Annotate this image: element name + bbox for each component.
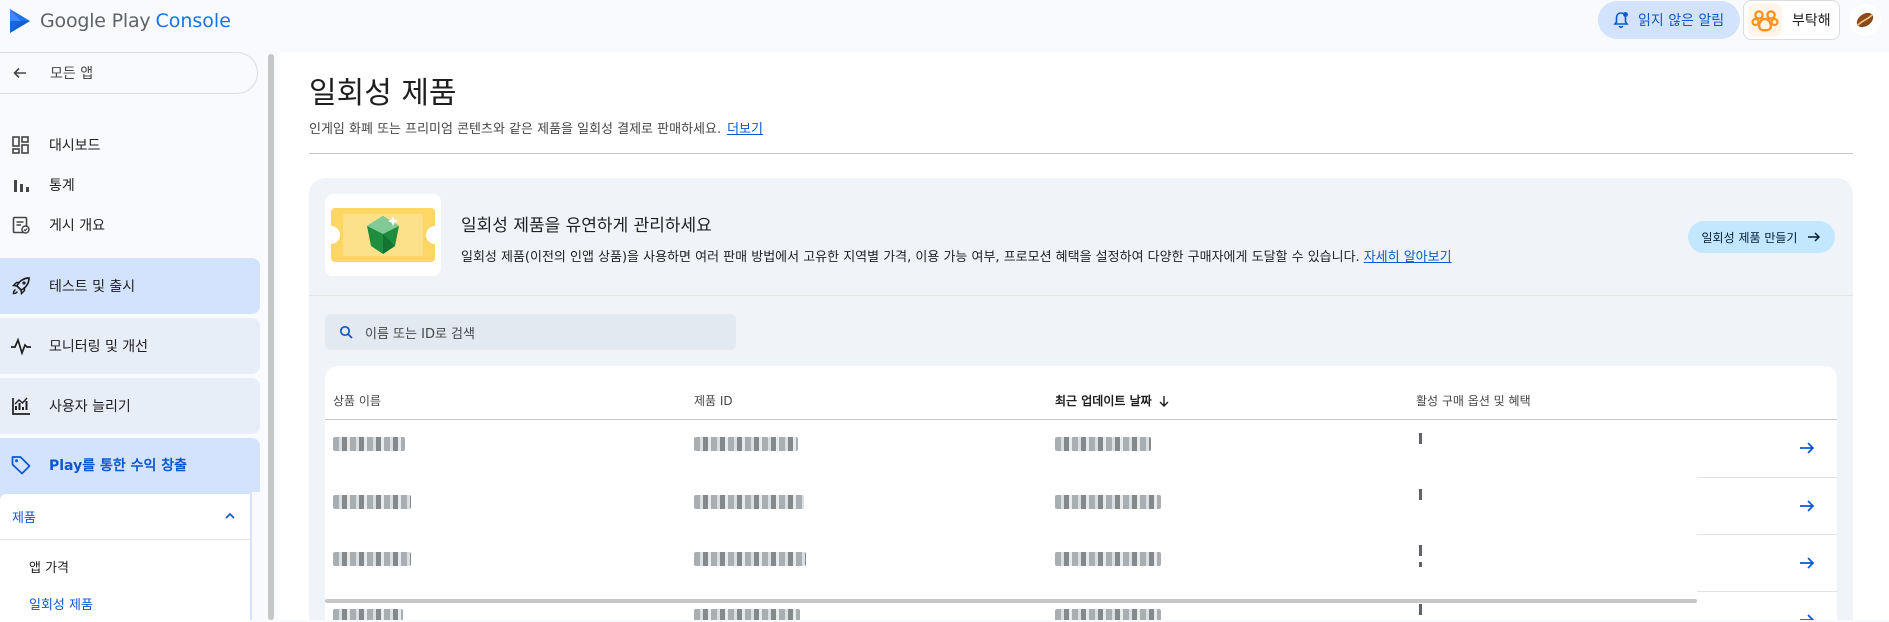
sidebar-item-monetize-with-play[interactable]: Play를 통한 수익 창출: [0, 438, 260, 492]
arrow-back-icon: [12, 65, 28, 81]
sidebar-scrollbar[interactable]: [268, 54, 274, 620]
gem-illustration: [325, 194, 441, 276]
create-button-label: 일회성 제품 만들기: [1701, 230, 1798, 245]
table-row[interactable]: [325, 478, 1837, 535]
learn-more-link[interactable]: 자세히 알아보기: [1364, 250, 1452, 265]
redacted-date: [1055, 552, 1161, 566]
redacted-product-id: [694, 437, 798, 451]
search-icon: [339, 325, 353, 339]
main-content: 일회성 제품 인게임 화폐 또는 프리미엄 콘텐츠와 같은 제품을 일회성 결제…: [278, 52, 1889, 620]
sidebar-block-label: Play를 통한 수익 창출: [49, 458, 187, 474]
redacted-product-name: [333, 495, 411, 509]
products-table: 상품 이름 제품 ID 최근 업데이트 날짜 활성 구매 옵션 및 혜택: [325, 366, 1837, 620]
products-section: 제품 앱 가격 일회성 제품: [0, 494, 252, 622]
column-header-product-id[interactable]: 제품 ID: [694, 392, 733, 409]
all-apps-label: 모든 앱: [50, 66, 94, 82]
play-console-logo[interactable]: Google Play Console: [8, 6, 231, 36]
paw-avatar-icon: [1748, 3, 1782, 37]
search-input[interactable]: 이름 또는 ID로 검색: [325, 314, 736, 350]
redacted-product-id: [694, 609, 800, 620]
sidebar-block-label: 테스트 및 출시: [49, 279, 136, 295]
bell-icon: [1612, 11, 1630, 29]
grow-users-icon: [10, 395, 32, 417]
redacted-product-id: [694, 495, 804, 509]
redacted-date: [1055, 609, 1161, 620]
sidebar-item-grow-users[interactable]: 사용자 늘리기: [0, 378, 260, 434]
publishing-overview-icon: [10, 214, 32, 236]
sidebar-subitem-app-pricing[interactable]: 앱 가격: [29, 557, 69, 576]
search-placeholder: 이름 또는 ID로 검색: [365, 326, 475, 342]
bar-chart-icon: [10, 174, 32, 196]
top-bar: Google Play Console 읽지 않은 알림 부탁해: [0, 0, 1889, 52]
developer-profile-chip[interactable]: 부탁해: [1743, 0, 1840, 40]
redacted-product-name: [333, 552, 411, 566]
sidebar-subitem-one-time-products[interactable]: 일회성 제품: [29, 594, 93, 613]
sidebar-item-label: 대시보드: [49, 138, 101, 154]
arrow-forward-icon[interactable]: [1799, 555, 1815, 571]
promo-text-body: 일회성 제품(이전의 인앱 상품)을 사용하면 여러 판매 방법에서 고유한 지…: [461, 250, 1360, 265]
products-section-label: 제품: [12, 511, 36, 526]
more-link[interactable]: 더보기: [727, 122, 763, 137]
promo-text: 일회성 제품(이전의 인앱 상품)을 사용하면 여러 판매 방법에서 고유한 지…: [461, 246, 1452, 265]
promo-banner: 일회성 제품을 유연하게 관리하세요 일회성 제품(이전의 인앱 상품)을 사용…: [309, 178, 1853, 296]
arrow-down-sort-icon: [1158, 395, 1170, 407]
arrow-forward-icon: [1807, 230, 1821, 244]
notifications-label: 읽지 않은 알림: [1638, 13, 1725, 29]
redacted-option: [1419, 489, 1422, 500]
sidebar-item-publishing-overview[interactable]: 게시 개요: [0, 211, 260, 239]
table-row[interactable]: [325, 421, 1837, 478]
redacted-option: [1419, 433, 1422, 444]
profile-name: 부탁해: [1792, 13, 1831, 29]
play-logo-icon: [8, 8, 32, 34]
account-avatar[interactable]: [1849, 4, 1881, 36]
column-header-label: 최근 업데이트 날짜: [1055, 394, 1152, 408]
sidebar-block-label: 모니터링 및 개선: [49, 339, 149, 355]
redacted-option: [1419, 562, 1422, 567]
sidebar-item-test-and-release[interactable]: 테스트 및 출시: [0, 258, 260, 314]
sidebar-item-label: 통계: [49, 178, 75, 194]
redacted-option: [1419, 545, 1422, 556]
redacted-option: [1419, 604, 1422, 615]
products-card: 일회성 제품을 유연하게 관리하세요 일회성 제품(이전의 인앱 상품)을 사용…: [309, 178, 1853, 620]
arrow-forward-icon[interactable]: [1799, 498, 1815, 514]
arrow-forward-icon[interactable]: [1799, 612, 1815, 620]
column-header-last-updated[interactable]: 최근 업데이트 날짜: [1055, 392, 1170, 409]
logo-google-text: Google Play: [40, 10, 151, 32]
dashboard-icon: [10, 134, 32, 156]
products-section-toggle[interactable]: 제품: [0, 494, 252, 540]
redacted-product-name: [333, 437, 405, 451]
page-title: 일회성 제품: [309, 76, 457, 111]
rocket-icon: [10, 275, 32, 297]
create-one-time-product-button[interactable]: 일회성 제품 만들기: [1688, 221, 1835, 253]
sidebar-block-label: 사용자 늘리기: [49, 399, 131, 415]
column-header-product-name[interactable]: 상품 이름: [333, 392, 381, 409]
page-description: 인게임 화폐 또는 프리미엄 콘텐츠와 같은 제품을 일회성 결제로 판매하세요…: [309, 118, 763, 137]
table-row[interactable]: [325, 592, 1837, 620]
redacted-date: [1055, 495, 1161, 509]
sidebar-item-monitoring[interactable]: 모니터링 및 개선: [0, 318, 260, 374]
vitals-icon: [10, 335, 32, 357]
chevron-up-icon: [224, 510, 236, 522]
arrow-forward-icon[interactable]: [1799, 440, 1815, 456]
table-header: 상품 이름 제품 ID 최근 업데이트 날짜 활성 구매 옵션 및 혜택: [325, 366, 1837, 420]
unread-notifications-button[interactable]: 읽지 않은 알림: [1598, 1, 1741, 39]
sidebar-item-dashboard[interactable]: 대시보드: [0, 131, 260, 159]
sidebar-item-statistics[interactable]: 통계: [0, 171, 260, 199]
redacted-product-name: [333, 609, 403, 620]
table-row[interactable]: [325, 535, 1837, 592]
page-description-text: 인게임 화폐 또는 프리미엄 콘텐츠와 같은 제품을 일회성 결제로 판매하세요…: [309, 122, 722, 137]
logo-console-text: Console: [155, 10, 231, 32]
header-divider: [309, 153, 1853, 154]
tag-icon: [10, 454, 32, 476]
all-apps-back-button[interactable]: 모든 앱: [0, 52, 258, 94]
column-header-active-options[interactable]: 활성 구매 옵션 및 혜택: [1416, 392, 1531, 409]
redacted-product-id: [694, 552, 806, 566]
sidebar: 모든 앱 대시보드 통계 게시 개요 테스트 및 출시 모니터링 및 개선 사용…: [0, 52, 262, 622]
redacted-date: [1055, 437, 1151, 451]
promo-title: 일회성 제품을 유연하게 관리하세요: [461, 216, 712, 236]
sidebar-item-label: 게시 개요: [49, 218, 105, 234]
